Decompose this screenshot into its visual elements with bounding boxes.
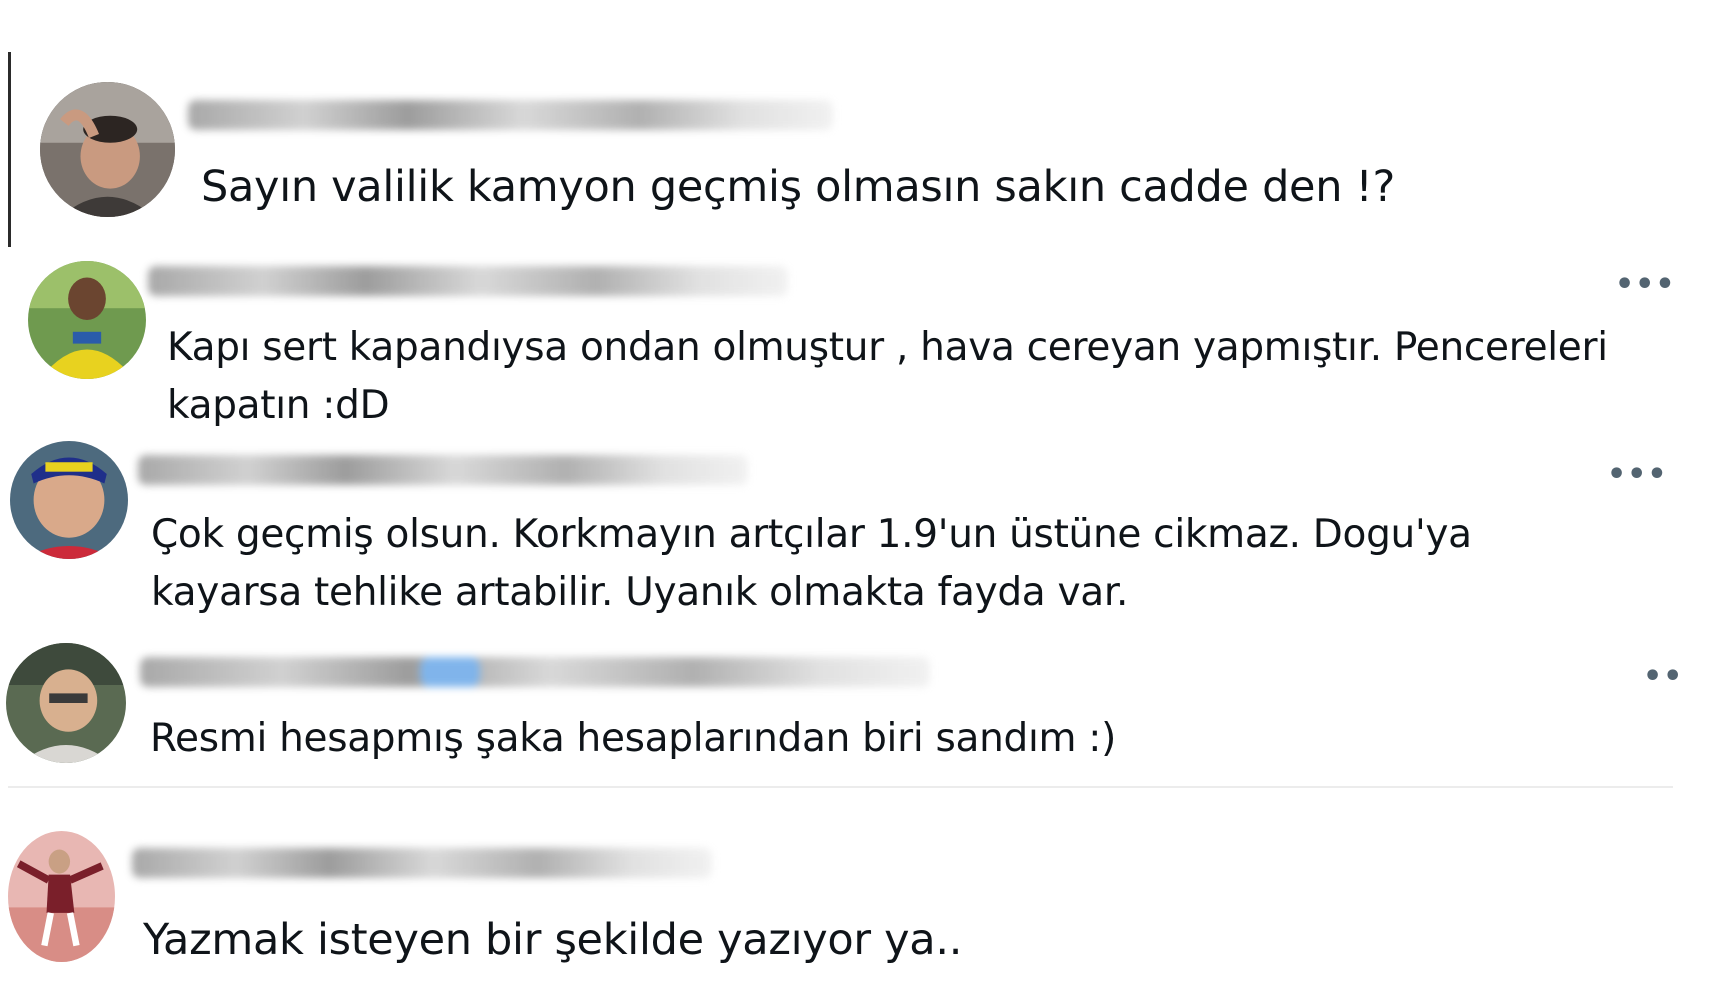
reply-text-line-1: Kapı sert kapandıysa ondan olmuştur , ha… — [167, 325, 1608, 370]
thread-line — [8, 52, 11, 247]
reply-text: Yazmak isteyen bir şekilde yazıyor ya.. — [143, 915, 963, 965]
avatar[interactable] — [10, 441, 128, 559]
avatar-image — [28, 261, 146, 379]
more-options-icon[interactable]: ••• — [1607, 460, 1668, 490]
more-options-icon[interactable]: •• — [1643, 662, 1683, 692]
avatar[interactable] — [6, 643, 126, 763]
reply-text-line-1: Çok geçmiş olsun. Korkmayın artçılar 1.9… — [151, 512, 1472, 557]
avatar[interactable] — [8, 831, 115, 962]
reply-text-line-2: kayarsa tehlike artabilir. Uyanık olmakt… — [151, 570, 1129, 615]
divider — [8, 786, 1673, 788]
blurred-username — [148, 266, 788, 296]
reply-text: Resmi hesapmış şaka hesaplarından biri s… — [150, 716, 1117, 761]
blurred-username — [138, 455, 748, 485]
avatar-image — [6, 643, 126, 763]
reply-text-line-2: kapatın :dD — [167, 383, 390, 428]
avatar[interactable] — [28, 261, 146, 379]
avatar-image — [40, 82, 175, 217]
more-options-icon[interactable]: ••• — [1615, 270, 1676, 300]
blurred-username — [188, 100, 833, 130]
avatar[interactable] — [40, 82, 175, 217]
blurred-username — [140, 657, 930, 687]
avatar-image — [10, 441, 128, 559]
reply-text: Sayın valilik kamyon geçmiş olmasın sakı… — [201, 162, 1395, 212]
blurred-username — [132, 848, 712, 878]
avatar-image — [8, 831, 115, 962]
